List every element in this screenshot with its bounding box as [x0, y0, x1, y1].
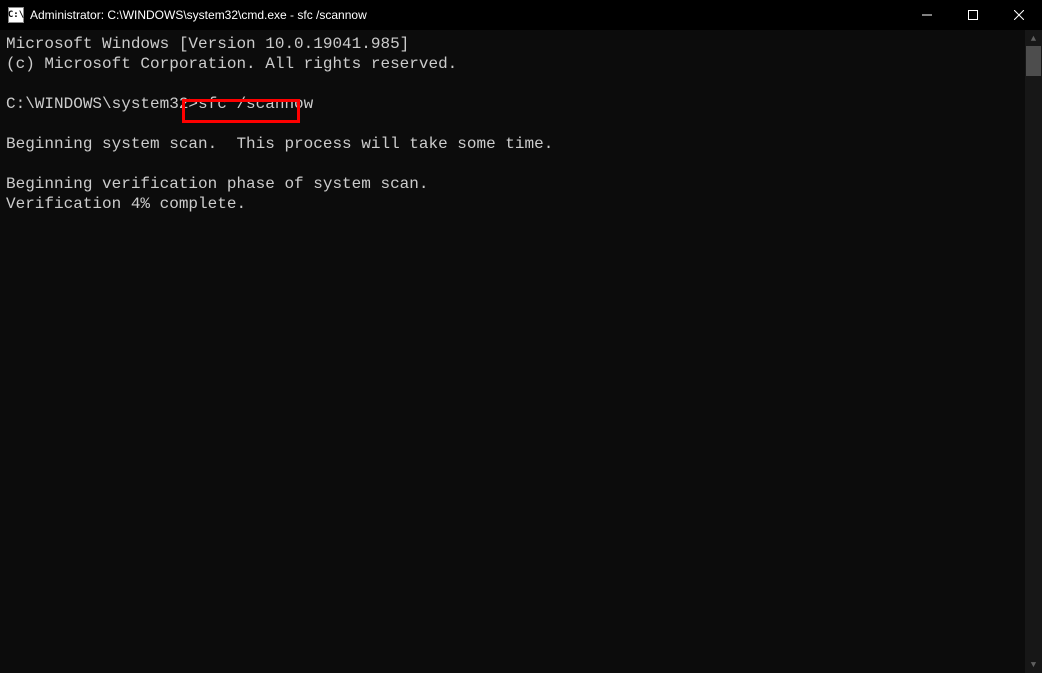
window-controls: [904, 0, 1042, 30]
verify-begin-line: Beginning verification phase of system s…: [6, 175, 428, 193]
version-line: Microsoft Windows [Version 10.0.19041.98…: [6, 35, 409, 53]
console-area: Microsoft Windows [Version 10.0.19041.98…: [0, 30, 1042, 673]
minimize-button[interactable]: [904, 0, 950, 30]
window-titlebar[interactable]: C:\ Administrator: C:\WINDOWS\system32\c…: [0, 0, 1042, 30]
prompt-path: C:\WINDOWS\system32>: [6, 95, 198, 113]
command-text: sfc /scannow: [198, 95, 313, 113]
scrollbar-thumb[interactable]: [1026, 46, 1041, 76]
progress-line: Verification 4% complete.: [6, 195, 246, 213]
copyright-line: (c) Microsoft Corporation. All rights re…: [6, 55, 457, 73]
scroll-up-icon[interactable]: ▲: [1025, 30, 1042, 47]
cmd-icon: C:\: [8, 7, 24, 23]
maximize-button[interactable]: [950, 0, 996, 30]
console-output[interactable]: Microsoft Windows [Version 10.0.19041.98…: [0, 30, 1025, 673]
vertical-scrollbar[interactable]: ▲ ▼: [1025, 30, 1042, 673]
scan-begin-line: Beginning system scan. This process will…: [6, 135, 553, 153]
scroll-down-icon[interactable]: ▼: [1025, 656, 1042, 673]
close-button[interactable]: [996, 0, 1042, 30]
window-title: Administrator: C:\WINDOWS\system32\cmd.e…: [30, 8, 904, 22]
